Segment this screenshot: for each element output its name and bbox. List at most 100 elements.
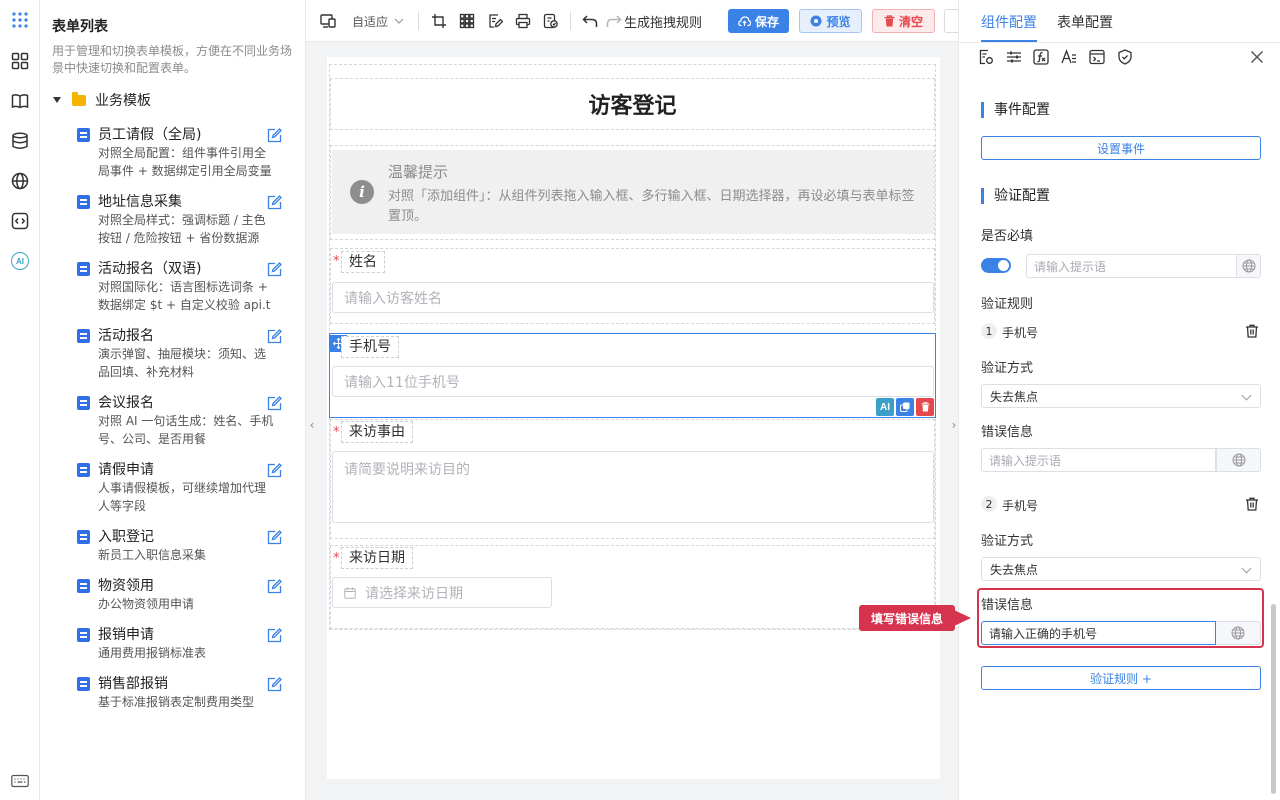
sliders-icon[interactable] [1005,48,1023,66]
delete-rule-1-button[interactable] [1245,324,1259,338]
chevron-down-icon [394,18,404,24]
edit-icon[interactable] [267,530,282,545]
visit-reason-textarea[interactable]: 请简要说明来访目的 [332,451,934,523]
validation-rules-label: 验证规则 [981,297,1034,312]
panel-scrollbar[interactable] [1271,604,1276,794]
folder-business-templates[interactable]: 业务模板 [52,90,151,110]
required-message-input[interactable]: 请输入提示语 [1026,254,1237,278]
list-item-name: 员工请假（全局) [98,127,202,143]
clear-button[interactable]: 清空 [872,9,935,33]
components-icon[interactable] [10,51,30,71]
grid-icon[interactable] [459,11,475,31]
list-item[interactable]: 入职登记 新员工入职信息采集 [40,528,305,564]
generate-drag-rules-button[interactable]: 生成拖拽规则 [624,11,702,31]
rule-1-method-select[interactable]: 失去焦点 [981,384,1261,408]
component-settings-icon[interactable] [977,48,995,66]
add-validation-rule-button[interactable]: 验证规则 + [981,666,1261,690]
rule-1-error-input[interactable]: 请输入提示语 [981,448,1216,472]
more-button-edge[interactable] [944,9,958,33]
edit-icon[interactable] [267,262,282,277]
edit-icon[interactable] [267,329,282,344]
database-icon[interactable] [10,131,30,151]
ai-generate-label: AI [880,401,890,413]
rule-1-method-value: 失去焦点 [990,389,1039,404]
list-item[interactable]: 物资领用 办公物资领用申请 [40,577,305,613]
required-toggle[interactable] [981,258,1011,273]
edit-document-icon[interactable] [487,11,503,31]
print-icon[interactable] [515,11,531,31]
apps-grid-icon[interactable] [10,10,30,30]
tip-title: 温馨提示 [388,163,449,181]
list-item[interactable]: 活动报名 演示弹窗、抽屉模块：须知、选品回填、补充材料 [40,327,305,381]
edit-icon[interactable] [267,463,282,478]
document-icon [77,530,90,544]
list-item-description: 基于标准报销表定制费用类型 [98,695,255,709]
device-layout-icon[interactable] [320,11,336,31]
list-item[interactable]: 员工请假（全局) 对照全局配置：组件事件引用全局事件 + 数据绑定引用全局变量 [40,126,305,180]
document-icon [77,128,90,142]
document-icon [77,628,90,642]
list-item[interactable]: 报销申请 通用费用报销标准表 [40,626,305,662]
edit-icon[interactable] [267,677,282,692]
code-block-icon[interactable] [1088,48,1106,66]
rule-name: 手机号 [1002,499,1039,513]
phone-input[interactable]: 请输入11位手机号 [332,366,934,397]
layout-mode-select[interactable]: 自适应 [352,11,404,31]
required-message-i18n-button[interactable] [1237,254,1261,278]
list-item[interactable]: 会议报名 对照 AI 一句话生成：姓名、手机号、公司、是否用餐 [40,394,305,448]
keyboard-icon[interactable] [10,771,30,791]
visit-date-picker[interactable]: 请选择来访日期 [332,577,552,608]
save-label: 保存 [754,14,779,29]
edit-icon[interactable] [267,128,282,143]
ai-generate-button[interactable]: AI [876,398,894,416]
list-item[interactable]: 销售部报销 基于标准报销表定制费用类型 [40,675,305,711]
edit-icon[interactable] [267,396,282,411]
list-item[interactable]: 活动报名（双语) 对照国际化：语言图标选词条 + 数据绑定 $t + 自定义校验 … [40,260,305,314]
list-item-name: 入职登记 [98,529,154,545]
list-item-name: 报销申请 [98,627,154,643]
form-list-title: 表单列表 [52,19,108,35]
list-item-name: 活动报名（双语) [98,261,202,277]
tab-component-config[interactable]: 组件配置 [981,12,1037,32]
set-event-button[interactable]: 设置事件 [981,136,1261,160]
document-icon [77,195,90,209]
crop-frame-icon[interactable] [431,11,447,31]
font-style-icon[interactable] [1060,48,1078,66]
code-icon[interactable] [10,211,30,231]
clear-label: 清空 [898,14,923,29]
import-json-icon[interactable] [543,11,559,31]
edit-icon[interactable] [267,579,282,594]
required-star: * [333,254,340,269]
collapse-left-button[interactable]: ‹ [306,412,318,438]
folder-icon [72,91,86,106]
undo-icon[interactable] [582,11,598,31]
trash-icon [921,402,929,412]
form-list-panel: 表单列表 用于管理和切换表单模板，方便在不同业务场景中快速切换和配置表单。 业务… [40,0,306,800]
rule-index: 2 [981,496,997,512]
rule-2-method-select[interactable]: 失去焦点 [981,557,1261,581]
redo-icon[interactable] [606,11,622,31]
list-item[interactable]: 请假申请 人事请假模板，可继续增加代理人等字段 [40,461,305,515]
rule-index: 1 [981,323,997,339]
close-icon[interactable] [1248,48,1266,66]
list-item[interactable]: 地址信息采集 对照全局样式：强调标题 / 主色按钮 / 危险按钮 + 省份数据源 [40,193,305,247]
save-button[interactable]: 保存 [728,9,789,33]
delete-field-button[interactable] [916,398,934,416]
ai-assistant-icon[interactable]: AI [10,251,30,271]
edit-icon[interactable] [267,195,282,210]
globe-icon[interactable] [10,171,30,191]
delete-rule-2-button[interactable] [1245,497,1259,511]
tab-form-config[interactable]: 表单配置 [1057,12,1113,32]
edit-icon[interactable] [267,628,282,643]
list-item-name: 会议报名 [98,395,154,411]
preview-button[interactable]: 预览 [799,9,862,33]
visitor-name-input[interactable]: 请输入访客姓名 [332,282,934,313]
book-icon[interactable] [10,91,30,111]
rule-1-error-i18n-button[interactable] [1216,448,1261,472]
function-icon[interactable] [1032,48,1050,66]
copy-field-button[interactable] [896,398,914,416]
globe-icon [1242,259,1255,273]
calendar-icon [344,587,356,599]
shield-check-icon[interactable] [1116,48,1134,66]
list-item-description: 对照国际化：语言图标选词条 + 数据绑定 $t + 自定义校验 api.t [98,280,271,312]
